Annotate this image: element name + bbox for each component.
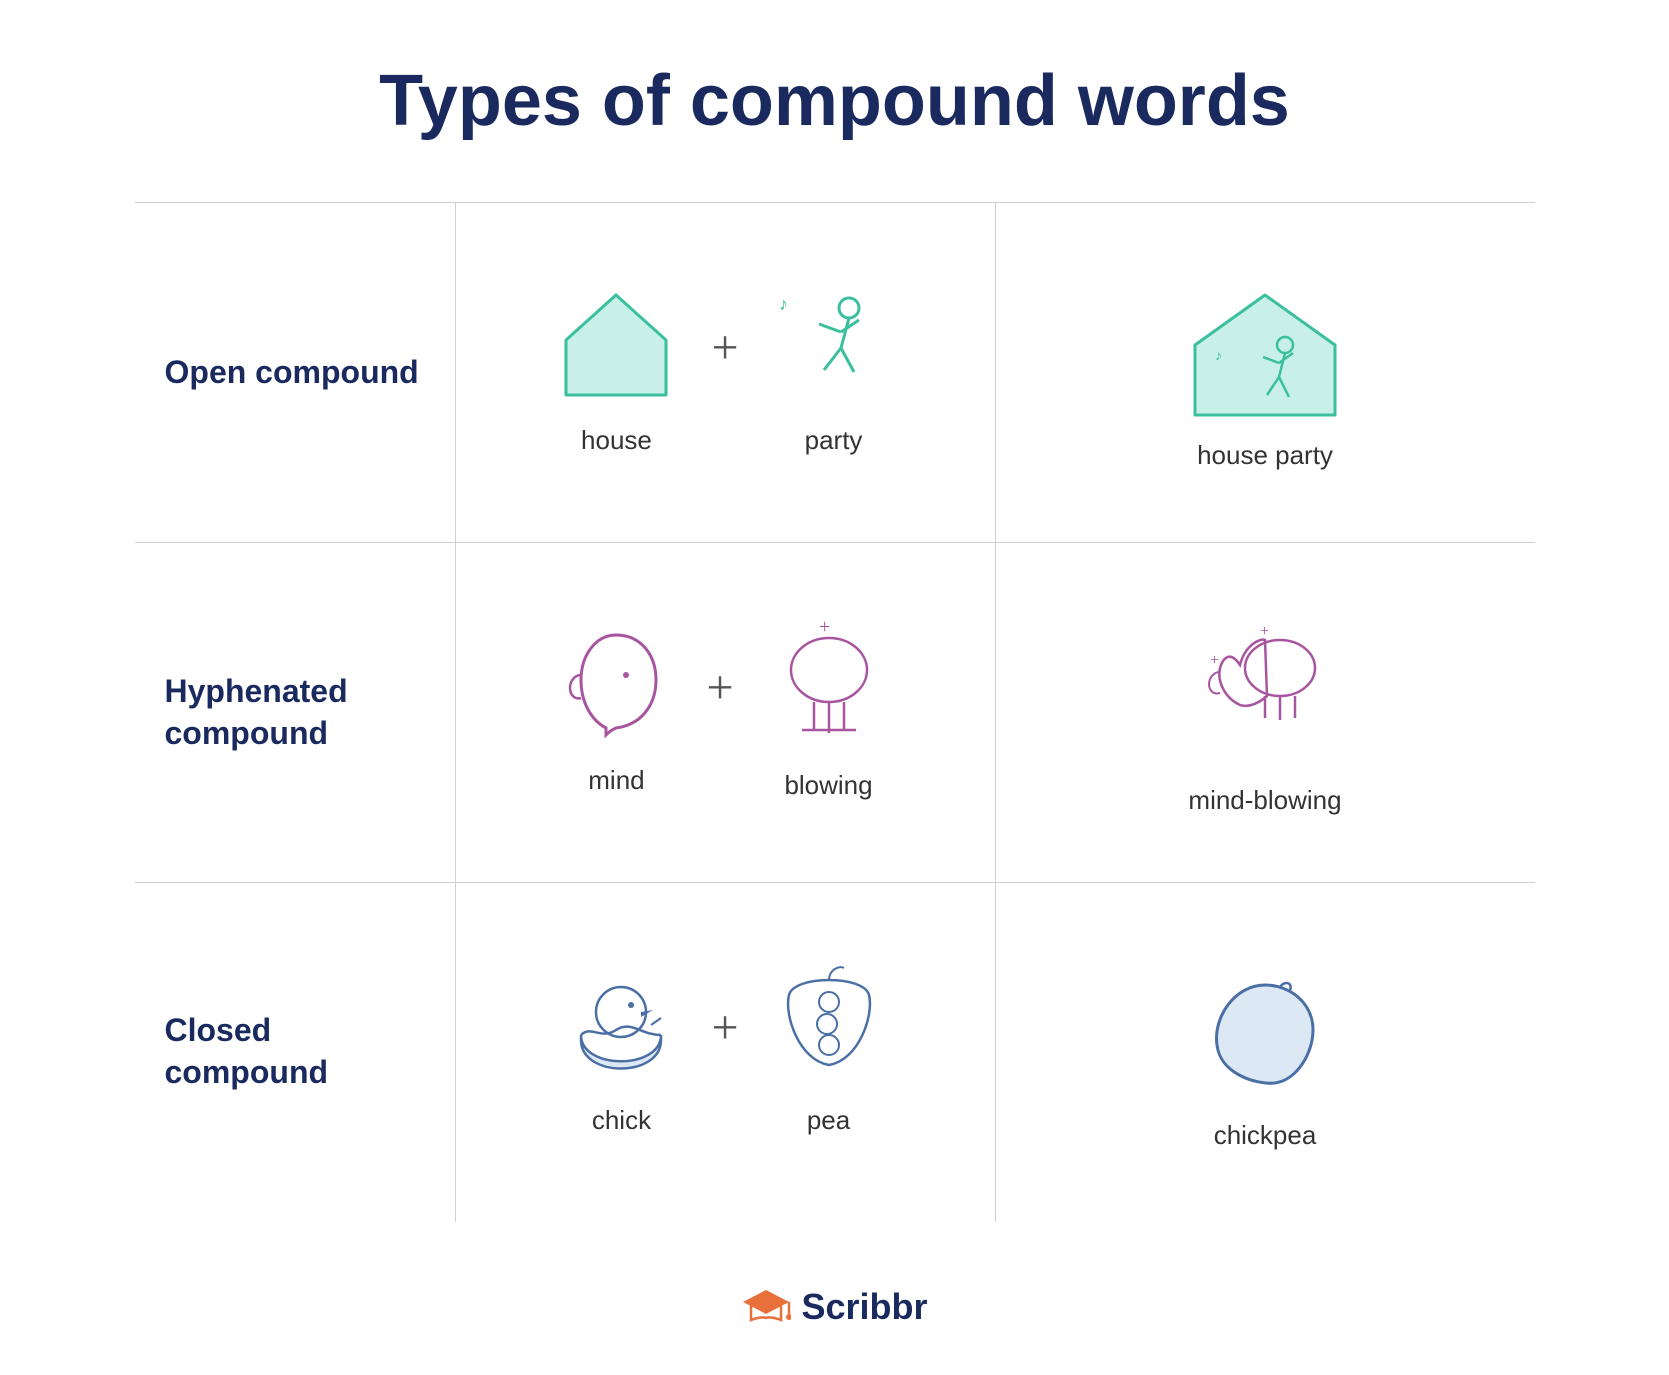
house-party-combined-icon: ♪ (1185, 285, 1345, 425)
mind-icon (556, 620, 676, 750)
pea-icon (769, 960, 889, 1090)
cell-open-parts: house + ♪ party (455, 202, 995, 542)
blowing-icon: + (764, 615, 894, 755)
scribbr-logo-icon (741, 1282, 791, 1332)
row-label-open: Open compound (135, 202, 455, 542)
house-icon (551, 280, 681, 410)
party-icon-wrapper: ♪ party (769, 280, 899, 456)
scribbr-logo: Scribbr (741, 1282, 927, 1332)
mind-icon-wrapper: mind (556, 620, 676, 796)
svg-text:♪: ♪ (1215, 349, 1222, 364)
scribbr-brand-name: Scribbr (801, 1286, 927, 1328)
cell-closed-parts: chick + pea (455, 882, 995, 1222)
plus-sign-hyphenated: + (706, 664, 733, 712)
plus-sign-closed: + (711, 1004, 738, 1052)
footer: Scribbr (741, 1282, 927, 1332)
house-icon-wrapper: house (551, 280, 681, 456)
svg-text:♪: ♪ (779, 294, 788, 314)
chick-icon-wrapper: chick (561, 960, 681, 1136)
cell-closed-combined: chickpea (995, 882, 1535, 1222)
cell-hyphenated-combined: + + mind-blowing (995, 542, 1535, 882)
closed-compound-icons: chick + pea (561, 960, 888, 1136)
party-icon: ♪ (769, 280, 899, 410)
hyphenated-compound-icons: mind + + blowing (556, 615, 893, 801)
mind-blowing-combined-icon: + + (1185, 620, 1345, 770)
page-title: Types of compound words (379, 60, 1290, 142)
chick-icon (561, 960, 681, 1090)
cell-open-combined: ♪ house party (995, 202, 1535, 542)
svg-text:+: + (1260, 623, 1269, 640)
row-label-hyphenated: Hyphenated compound (135, 542, 455, 882)
plus-sign-open: + (711, 324, 738, 372)
row-label-closed: Closed compound (135, 882, 455, 1222)
svg-text:+: + (1210, 652, 1219, 669)
pea-icon-wrapper: pea (769, 960, 889, 1136)
compound-words-grid: Open compound house + ♪ (135, 202, 1535, 1222)
chickpea-combined-icon (1195, 965, 1335, 1105)
svg-text:+: + (819, 616, 830, 638)
cell-hyphenated-parts: mind + + blowing (455, 542, 995, 882)
open-compound-icons: house + ♪ party (551, 280, 898, 456)
blowing-icon-wrapper: + blowing (764, 615, 894, 801)
